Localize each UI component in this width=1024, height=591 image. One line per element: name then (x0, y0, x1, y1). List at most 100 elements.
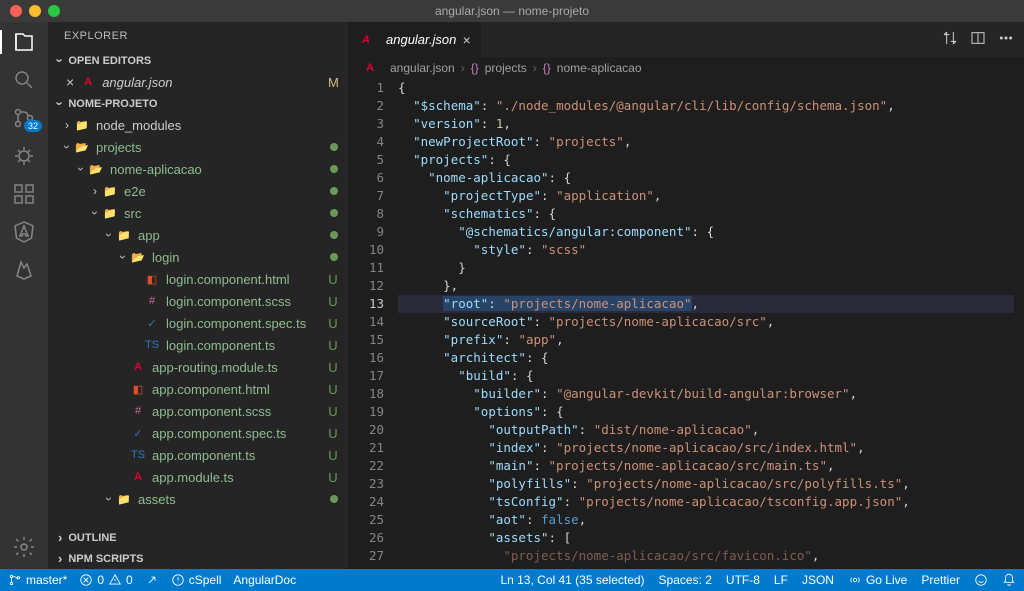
tree-item[interactable]: ›📁src (48, 202, 348, 224)
git-dot (330, 495, 338, 503)
tree-item[interactable]: ›◧app.component.htmlU (48, 378, 348, 400)
git-dot (330, 253, 338, 261)
tab-filename: angular.json (386, 32, 456, 47)
git-status: U (328, 470, 338, 485)
angular-file-icon: A (358, 32, 374, 48)
extensions-icon[interactable] (12, 182, 36, 206)
go-live[interactable]: Go Live (848, 573, 907, 587)
explorer-header: EXPLORER (48, 22, 348, 50)
tree-item[interactable]: ›◧login.component.htmlU (48, 268, 348, 290)
tree-item[interactable]: ›📂projects (48, 136, 348, 158)
file-name: e2e (124, 184, 330, 199)
braces-icon: {} (543, 61, 551, 75)
search-icon[interactable] (12, 68, 36, 92)
open-editor-item[interactable]: × A angular.json M (48, 71, 348, 93)
tree-item[interactable]: ›📁app (48, 224, 348, 246)
open-editors-header[interactable]: OPEN EDITORS (48, 50, 348, 71)
git-dot (330, 231, 338, 239)
file-name: app.component.ts (152, 448, 328, 463)
git-branch[interactable]: master* (8, 573, 67, 587)
angular-activity-icon[interactable] (12, 220, 36, 244)
split-editor-icon[interactable] (970, 30, 986, 49)
tree-item[interactable]: ›#app.component.scssU (48, 400, 348, 422)
file-name: login.component.html (166, 272, 328, 287)
close-tab-icon[interactable]: × (462, 32, 470, 48)
tree-item[interactable]: ›📂nome-aplicacao (48, 158, 348, 180)
file-name: app.component.html (152, 382, 328, 397)
tree-item[interactable]: ›TSlogin.component.tsU (48, 334, 348, 356)
npm-scripts-header[interactable]: NPM SCRIPTS (48, 548, 348, 569)
git-status: U (328, 316, 338, 331)
debug-icon[interactable] (12, 144, 36, 168)
tree-item[interactable]: ›📁assets (48, 488, 348, 510)
file-name: login (152, 250, 330, 265)
firebase-icon[interactable] (12, 258, 36, 282)
cursor-position[interactable]: Ln 13, Col 41 (35 selected) (500, 573, 644, 587)
tree-item[interactable]: ›Aapp-routing.module.tsU (48, 356, 348, 378)
titlebar: angular.json — nome-projeto (0, 0, 1024, 22)
angulardoc-status[interactable]: AngularDoc (233, 573, 296, 587)
git-dot (330, 143, 338, 151)
breadcrumb-projects[interactable]: projects (485, 61, 527, 75)
language-mode[interactable]: JSON (802, 573, 834, 587)
prettier-status[interactable]: Prettier (921, 573, 960, 587)
close-window-button[interactable] (10, 5, 22, 17)
tree-item[interactable]: ›📁node_modules (48, 114, 348, 136)
braces-icon: {} (471, 61, 479, 75)
file-name: login.component.ts (166, 338, 328, 353)
activity-bar: 32 (0, 22, 48, 569)
encoding[interactable]: UTF-8 (726, 573, 760, 587)
angular-file-icon: A (362, 60, 378, 76)
breadcrumb[interactable]: A angular.json › {} projects › {} nome-a… (348, 57, 1024, 79)
git-status: U (328, 294, 338, 309)
tree-item[interactable]: ›Aapp.module.tsU (48, 466, 348, 488)
eol[interactable]: LF (774, 573, 788, 587)
close-editor-icon[interactable]: × (66, 74, 74, 90)
git-status: U (328, 426, 338, 441)
file-name: app (138, 228, 330, 243)
tree-item[interactable]: ›TSapp.component.tsU (48, 444, 348, 466)
explorer-icon[interactable] (12, 30, 36, 54)
project-header[interactable]: NOME-PROJETO (48, 93, 348, 114)
file-name: assets (138, 492, 330, 507)
maximize-window-button[interactable] (48, 5, 60, 17)
git-dot (330, 187, 338, 195)
window-title: angular.json — nome-projeto (435, 4, 589, 18)
tree-item[interactable]: ›📁e2e (48, 180, 348, 202)
editor-tab[interactable]: A angular.json × (348, 22, 482, 57)
file-name: app.component.spec.ts (152, 426, 328, 441)
file-tree: ›📁node_modules›📂projects›📂nome-aplicacao… (48, 114, 348, 527)
settings-gear-icon[interactable] (12, 535, 36, 559)
minimize-window-button[interactable] (29, 5, 41, 17)
file-name: src (124, 206, 330, 221)
git-status: U (328, 338, 338, 353)
feedback-icon[interactable] (974, 573, 988, 587)
tree-item[interactable]: ›#login.component.scssU (48, 290, 348, 312)
compare-changes-icon[interactable] (942, 30, 958, 49)
breadcrumb-separator: › (533, 61, 537, 75)
line-number-gutter: 1234567891011121314151617181920212223242… (348, 79, 398, 569)
git-dot (330, 209, 338, 217)
tree-item[interactable]: ›✓login.component.spec.tsU (48, 312, 348, 334)
git-status: U (328, 272, 338, 287)
code-editor[interactable]: 1234567891011121314151617181920212223242… (348, 79, 1024, 569)
breadcrumb-app[interactable]: nome-aplicacao (557, 61, 642, 75)
git-status: U (328, 360, 338, 375)
outline-header[interactable]: OUTLINE (48, 527, 348, 548)
more-actions-icon[interactable] (998, 30, 1014, 49)
source-control-icon[interactable]: 32 (12, 106, 36, 130)
live-share-icon[interactable] (145, 573, 159, 587)
notifications-icon[interactable] (1002, 573, 1016, 587)
editor-area: A angular.json × A angular.json › {} pro… (348, 22, 1024, 569)
problems[interactable]: 0 0 (79, 573, 132, 587)
tree-item[interactable]: ›📂login (48, 246, 348, 268)
indentation[interactable]: Spaces: 2 (659, 573, 712, 587)
tree-item[interactable]: ›✓app.component.spec.tsU (48, 422, 348, 444)
breadcrumb-file[interactable]: angular.json (390, 61, 455, 75)
file-name: node_modules (96, 118, 330, 133)
file-name: projects (96, 140, 330, 155)
cspell-status[interactable]: cSpell (171, 573, 222, 587)
open-editor-filename: angular.json (102, 75, 328, 90)
git-dot (330, 165, 338, 173)
code-content[interactable]: { "$schema": "./node_modules/@angular/cl… (398, 79, 1024, 569)
